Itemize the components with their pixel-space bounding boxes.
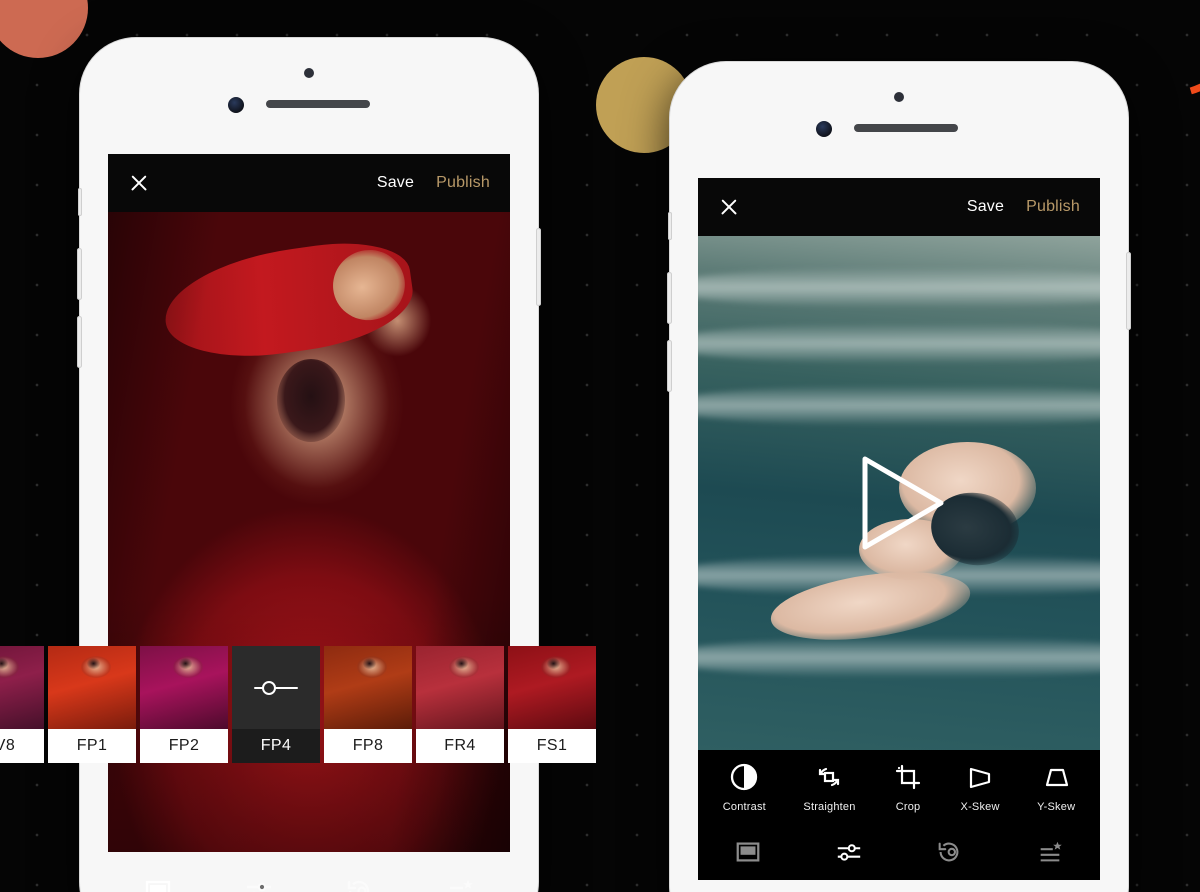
close-icon[interactable] [718,196,740,218]
crop-icon [895,764,921,789]
play-triangle-icon[interactable] [849,451,949,555]
front-camera [228,97,244,113]
silent-switch-button[interactable] [78,188,82,216]
filter-thumbnail [48,646,136,729]
tool-label: Straighten [803,800,856,813]
screen-right: Save Publish Contrast Straighten Crop X-… [698,178,1100,880]
tool-straighten[interactable]: Straighten [803,762,855,813]
filter-tile[interactable]: FP8 [324,646,412,766]
tabbar-right [698,824,1100,880]
volume-up-button[interactable] [77,248,82,300]
tool-row: Contrast Straighten Crop X-Skew Y-Skew [698,750,1100,824]
tool-y-skew[interactable]: Y-Skew [1037,762,1075,813]
earpiece-speaker [266,100,370,108]
tabbar-left [108,860,510,892]
tool-crop[interactable]: Crop [893,762,923,813]
sensor-dot [894,92,904,102]
filter-tile-selected[interactable]: FP4 [232,646,320,766]
tab-adjust[interactable] [835,838,863,866]
front-camera [816,121,832,137]
tab-undo-history[interactable] [344,876,374,892]
sensor-dot [304,68,314,78]
filter-thumbnail [508,646,596,729]
power-button[interactable] [536,228,541,306]
publish-button[interactable]: Publish [1026,198,1080,216]
volume-down-button[interactable] [77,316,82,368]
wave-highlight [698,266,1100,308]
y-skew-icon [1046,768,1069,786]
silent-switch-button[interactable] [668,212,672,240]
power-button[interactable] [1126,252,1131,330]
phone-top-bezel-left [80,38,538,154]
contrast-icon [731,763,758,790]
photo-detail-hair [276,359,346,443]
tool-x-skew[interactable]: X-Skew [961,762,1000,813]
filter-thumbnail [416,646,504,729]
filter-label: FP4 [232,729,320,763]
close-icon[interactable] [128,172,150,194]
filter-thumbnail [324,646,412,729]
filter-label: AV8 [0,729,44,763]
appbar-right: Save Publish [698,178,1100,236]
appbar-left: Save Publish [108,154,510,212]
save-button[interactable]: Save [377,174,414,192]
app-showcase-stage: Save Publish V8 FP1 FP2 FP4 FP8 FR4 FS1 … [0,0,1200,892]
slider-icon [254,680,298,695]
video-canvas-right[interactable] [698,236,1100,750]
tool-label: Crop [895,800,921,813]
volume-up-button[interactable] [667,272,672,324]
save-button[interactable]: Save [967,198,1004,216]
filter-label: FP1 [48,729,136,763]
photo-detail-arm [158,233,420,370]
tab-filters[interactable] [143,876,173,892]
phone-top-bezel-right [670,62,1128,178]
filter-tile[interactable]: FS1 [508,646,596,766]
x-skew-icon [969,767,991,788]
filter-tile[interactable]: AV8 [0,646,44,766]
filter-label: FS1 [508,729,596,763]
tab-adjust[interactable] [244,876,274,892]
filter-thumbnail-selected [232,646,320,729]
filter-label: FP8 [324,729,412,763]
tab-presets[interactable] [445,876,475,892]
tool-label: X-Skew [960,800,1000,813]
filter-tile[interactable]: FP2 [140,646,228,766]
publish-button[interactable]: Publish [436,174,490,192]
tab-undo-history[interactable] [935,838,963,866]
tool-label: Y-Skew [1037,800,1076,813]
earpiece-speaker [854,124,958,132]
filter-thumbnail [0,646,44,729]
tab-presets[interactable] [1036,838,1064,866]
filter-label: FR4 [416,729,504,763]
volume-down-button[interactable] [667,340,672,392]
wave-highlight [698,323,1100,365]
filter-thumbnail [140,646,228,729]
filter-tile[interactable]: FR4 [416,646,504,766]
wave-highlight [698,385,1100,427]
photo-detail-hand [324,240,415,331]
tab-filters[interactable] [734,838,762,866]
tool-label: Contrast [722,800,766,813]
tool-contrast[interactable]: Contrast [723,762,766,813]
filter-tile[interactable]: FP1 [48,646,136,766]
filter-label: FP2 [140,729,228,763]
straighten-icon [819,767,840,786]
phone-mockup-right: Save Publish Contrast Straighten Crop X-… [667,62,1131,892]
wave-highlight [698,636,1100,679]
